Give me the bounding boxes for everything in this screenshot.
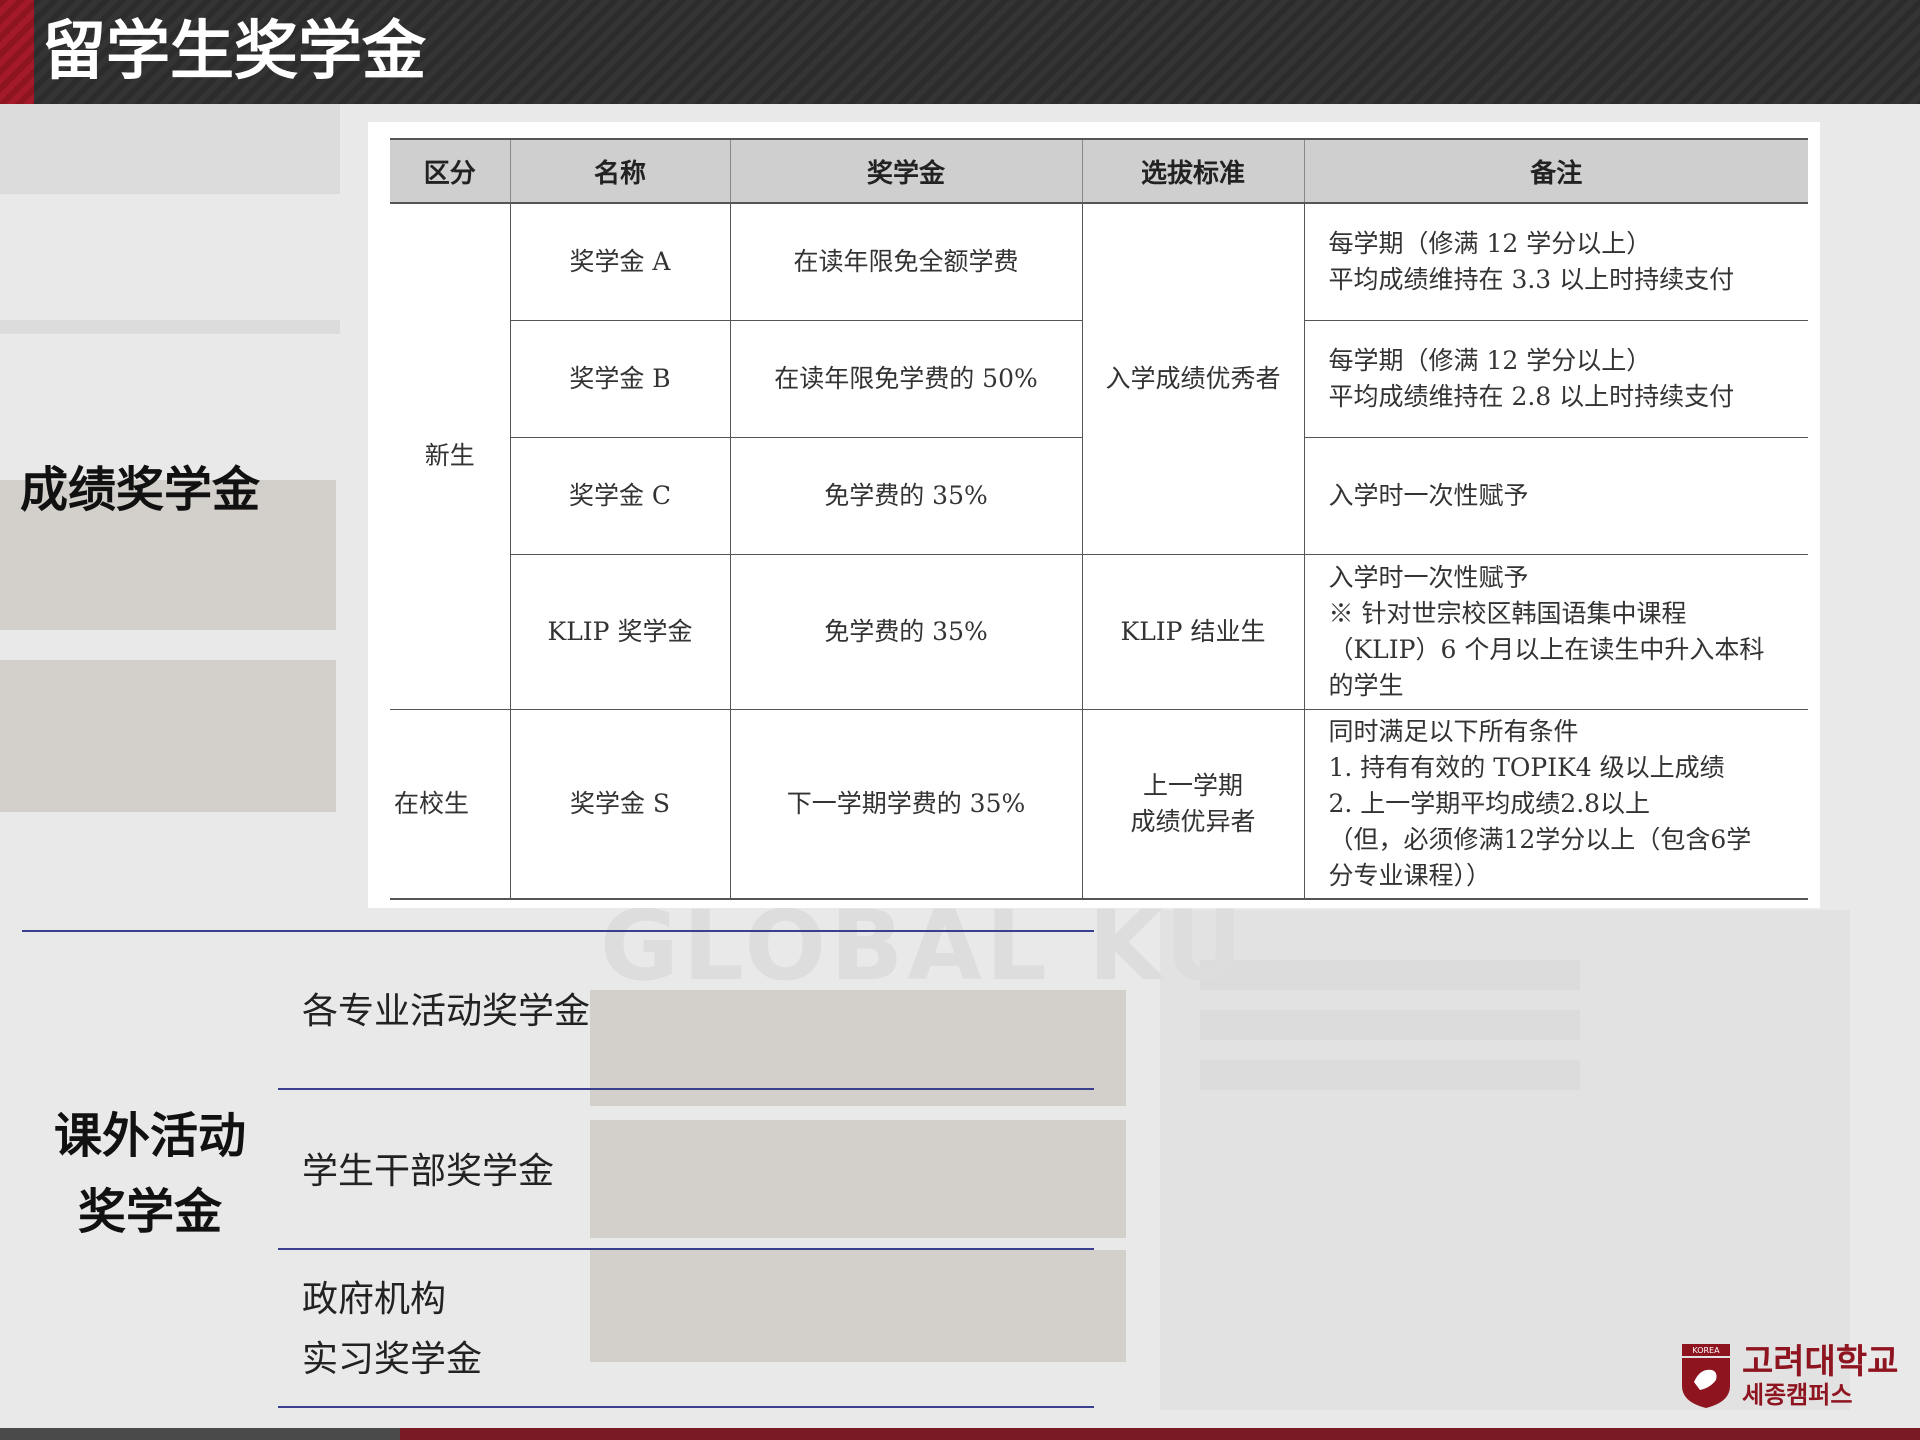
note-line: 1. 持有有效的 TOPIK4 级以上成绩: [1328, 752, 1725, 782]
name-cell: 奖学金 S: [509, 708, 731, 900]
col-header-scholarship: 奖学金: [729, 138, 1083, 204]
gov-intern-line: 实习奖学金: [302, 1339, 483, 1380]
amount-cell: 在读年限免全额学费: [729, 202, 1083, 321]
bg-panel-left-top: [0, 104, 340, 194]
notes-cell: 每学期（修满 12 学分以上） 平均成绩维持在 2.8 以上时持续支付: [1303, 319, 1808, 438]
note-line: （KLIP）6 个月以上在读生中升入本科: [1328, 634, 1765, 664]
item-divider: [278, 1406, 1094, 1408]
university-logo: KOREA 고려대학교 세종캠퍼스: [1680, 1342, 1898, 1410]
table-row: 在校生 奖学金 S 下一学期学费的 35% 上一学期 成绩优异者 同时满足以下所…: [390, 708, 1808, 900]
note-line: 每学期（修满 12 学分以上）: [1328, 228, 1652, 258]
footer-bar-left: [0, 1428, 400, 1440]
academic-scholarship-label: 成绩奖学金: [20, 462, 261, 518]
note-line: 入学时一次性赋予: [1328, 480, 1529, 510]
notes-cell: 入学时一次性赋予 ※ 针对世宗校区韩国语集中课程 （KLIP）6 个月以上在读生…: [1303, 553, 1808, 710]
university-emblem-icon: KOREA: [1682, 1344, 1730, 1408]
name-cell: KLIP 奖学金: [510, 553, 731, 710]
item-divider: [278, 1088, 1094, 1090]
note-line: 分专业课程））: [1328, 860, 1492, 890]
col-header-name: 名称: [509, 138, 731, 204]
amount-cell: 在读年限免学费的 50%: [729, 319, 1083, 438]
col-header-criteria: 选拔标准: [1081, 138, 1305, 204]
bg-panel-right-inner: [1200, 960, 1580, 990]
criteria-cell: KLIP 结业生: [1081, 553, 1305, 710]
section-divider: [22, 930, 1094, 932]
note-line: 平均成绩维持在 2.8 以上时持续支付: [1328, 381, 1735, 411]
emblem-text: KOREA: [1692, 1346, 1720, 1355]
table-header-row: 区分 名称 奖学金 选拔标准 备注: [390, 138, 1808, 204]
note-line: 同时满足以下所有条件: [1328, 716, 1579, 746]
gov-intern-scholarship: 政府机构 实习奖学金: [302, 1270, 482, 1390]
note-line: 2. 上一学期平均成绩2.8以上: [1328, 788, 1651, 818]
logo-campus: 세종캠퍼스: [1742, 1381, 1853, 1409]
scholarship-table-card: 区分 名称 奖学金 选拔标准 备注 新生 奖学金 A 在读年限免全额学费 入学成…: [368, 122, 1820, 908]
scholarship-table: 区分 名称 奖学金 选拔标准 备注 新生 奖学金 A 在读年限免全额学费 入学成…: [390, 138, 1808, 900]
major-activity-scholarship: 各专业活动奖学金: [302, 991, 591, 1032]
header-accent: [0, 0, 34, 104]
bg-panel-right-inner-3: [1200, 1060, 1580, 1090]
name-cell: 奖学金 A: [509, 202, 731, 321]
notes-cell: 入学时一次性赋予: [1303, 436, 1808, 555]
criteria-cell: 上一学期 成绩优异者: [1081, 708, 1305, 900]
table-row: KLIP 奖学金 免学费的 35% KLIP 结业生 入学时一次性赋予 ※ 针对…: [390, 553, 1808, 710]
note-line: ※ 针对世宗校区韩国语集中课程: [1328, 598, 1687, 628]
item-divider: [278, 1248, 1094, 1250]
notes-cell: 每学期（修满 12 学分以上） 平均成绩维持在 3.3 以上时持续支付: [1303, 202, 1808, 321]
name-cell: 奖学金 B: [510, 319, 731, 438]
table-row: 新生 奖学金 A 在读年限免全额学费 入学成绩优秀者 每学期（修满 12 学分以…: [390, 202, 1808, 710]
extracurricular-label-line: 奖学金: [78, 1184, 223, 1240]
note-line: 的学生: [1328, 670, 1404, 700]
col-header-category: 区分: [390, 138, 511, 204]
extracurricular-scholarship-label: 课外活动 奖学金: [54, 1098, 246, 1250]
page-title: 留学生奖学金: [42, 15, 426, 89]
criteria-line: 上一学期: [1142, 770, 1243, 800]
category-new-students: 新生: [390, 202, 511, 710]
extracurricular-label-line: 课外活动: [54, 1108, 247, 1164]
col-header-notes: 备注: [1303, 138, 1808, 204]
bg-photo-5: [590, 1250, 1126, 1362]
criteria-cell: 入学成绩优秀者: [1081, 202, 1305, 555]
notes-cell: 同时满足以下所有条件 1. 持有有效的 TOPIK4 级以上成绩 2. 上一学期…: [1303, 708, 1808, 900]
bg-photo-4: [590, 1120, 1126, 1238]
note-line: 每学期（修满 12 学分以上）: [1328, 345, 1652, 375]
name-cell: 奖学金 C: [510, 436, 731, 555]
criteria-line: 成绩优异者: [1130, 806, 1256, 836]
bg-panel-right-inner-2: [1200, 1010, 1580, 1040]
note-line: （但，必须修满12学分以上（包含6学: [1328, 824, 1752, 854]
gov-intern-line: 政府机构: [302, 1279, 447, 1320]
note-line: 入学时一次性赋予: [1328, 562, 1529, 592]
amount-cell: 免学费的 35%: [729, 436, 1083, 555]
amount-cell: 免学费的 35%: [729, 553, 1083, 710]
note-line: 平均成绩维持在 3.3 以上时持续支付: [1328, 264, 1735, 294]
bg-panel-left-strip: [0, 320, 340, 334]
category-enrolled-students: 在校生: [390, 708, 511, 900]
student-cadre-scholarship: 学生干部奖学金: [302, 1151, 555, 1192]
bg-photo-2: [0, 660, 336, 812]
logo-name: 고려대학교: [1742, 1342, 1899, 1382]
amount-cell: 下一学期学费的 35%: [729, 708, 1083, 900]
